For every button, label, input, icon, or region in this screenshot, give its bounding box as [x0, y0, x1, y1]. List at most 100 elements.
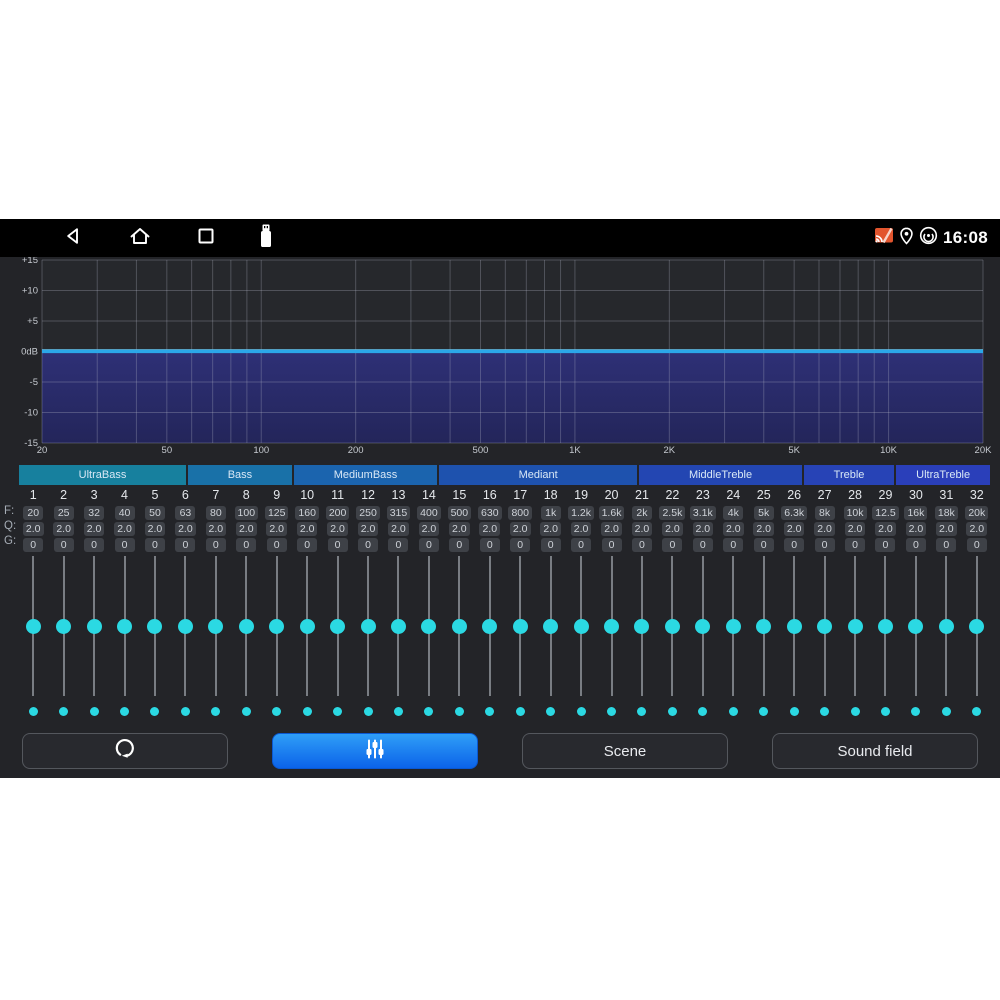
gain-value-chip[interactable]: 0 [480, 538, 500, 552]
gain-slider[interactable] [870, 556, 900, 696]
frequency-value-chip[interactable]: 16k [904, 506, 927, 520]
slider-knob[interactable] [878, 619, 893, 634]
frequency-value-chip[interactable]: 40 [115, 506, 135, 520]
slider-knob[interactable] [848, 619, 863, 634]
gain-value-chip[interactable]: 0 [54, 538, 74, 552]
gain-value-chip[interactable]: 0 [632, 538, 652, 552]
band-indicator-dot[interactable] [394, 707, 403, 716]
frequency-value-chip[interactable]: 200 [326, 506, 350, 520]
back-button[interactable] [53, 219, 93, 257]
gain-slider[interactable] [170, 556, 200, 696]
q-value-chip[interactable]: 2.0 [236, 522, 257, 536]
gain-value-chip[interactable]: 0 [602, 538, 622, 552]
q-value-chip[interactable]: 2.0 [814, 522, 835, 536]
q-value-chip[interactable]: 2.0 [693, 522, 714, 536]
band-indicator-dot[interactable] [485, 707, 494, 716]
frequency-value-chip[interactable]: 500 [448, 506, 472, 520]
q-value-chip[interactable]: 2.0 [936, 522, 957, 536]
frequency-value-chip[interactable]: 160 [295, 506, 319, 520]
slider-knob[interactable] [269, 619, 284, 634]
band-group-bass[interactable]: Bass [188, 465, 292, 485]
gain-value-chip[interactable]: 0 [510, 538, 530, 552]
slider-knob[interactable] [26, 619, 41, 634]
gain-value-chip[interactable]: 0 [845, 538, 865, 552]
band-group-mediumbass[interactable]: MediumBass [294, 465, 437, 485]
q-value-chip[interactable]: 2.0 [84, 522, 105, 536]
gain-slider[interactable] [931, 556, 961, 696]
frequency-value-chip[interactable]: 10k [844, 506, 867, 520]
gain-value-chip[interactable]: 0 [723, 538, 743, 552]
q-value-chip[interactable]: 2.0 [662, 522, 683, 536]
q-value-chip[interactable]: 2.0 [388, 522, 409, 536]
gain-value-chip[interactable]: 0 [906, 538, 926, 552]
gain-slider[interactable] [109, 556, 139, 696]
slider-knob[interactable] [208, 619, 223, 634]
q-value-chip[interactable]: 2.0 [419, 522, 440, 536]
gain-slider[interactable] [383, 556, 413, 696]
slider-knob[interactable] [969, 619, 984, 634]
gain-slider[interactable] [901, 556, 931, 696]
gain-value-chip[interactable]: 0 [84, 538, 104, 552]
q-value-chip[interactable]: 2.0 [206, 522, 227, 536]
band-indicator-dot[interactable] [29, 707, 38, 716]
q-value-chip[interactable]: 2.0 [145, 522, 166, 536]
slider-knob[interactable] [756, 619, 771, 634]
frequency-value-chip[interactable]: 50 [145, 506, 165, 520]
gain-slider[interactable] [535, 556, 565, 696]
gain-value-chip[interactable]: 0 [297, 538, 317, 552]
frequency-value-chip[interactable]: 5k [754, 506, 774, 520]
usb-source-button[interactable] [246, 219, 286, 257]
gain-value-chip[interactable]: 0 [936, 538, 956, 552]
band-indicator-dot[interactable] [607, 707, 616, 716]
band-indicator-dot[interactable] [424, 707, 433, 716]
band-indicator-dot[interactable] [729, 707, 738, 716]
gain-slider[interactable] [353, 556, 383, 696]
q-value-chip[interactable]: 2.0 [753, 522, 774, 536]
slider-knob[interactable] [452, 619, 467, 634]
frequency-value-chip[interactable]: 32 [84, 506, 104, 520]
gain-slider[interactable] [140, 556, 170, 696]
frequency-value-chip[interactable]: 18k [935, 506, 958, 520]
frequency-value-chip[interactable]: 250 [356, 506, 380, 520]
q-value-chip[interactable]: 2.0 [114, 522, 135, 536]
frequency-value-chip[interactable]: 2k [632, 506, 652, 520]
gain-slider[interactable] [444, 556, 474, 696]
q-value-chip[interactable]: 2.0 [571, 522, 592, 536]
gain-slider[interactable] [322, 556, 352, 696]
band-indicator-dot[interactable] [820, 707, 829, 716]
band-indicator-dot[interactable] [120, 707, 129, 716]
slider-knob[interactable] [513, 619, 528, 634]
slider-knob[interactable] [939, 619, 954, 634]
gain-slider[interactable] [231, 556, 261, 696]
q-value-chip[interactable]: 2.0 [266, 522, 287, 536]
slider-knob[interactable] [117, 619, 132, 634]
frequency-value-chip[interactable]: 20 [23, 506, 43, 520]
q-value-chip[interactable]: 2.0 [510, 522, 531, 536]
slider-knob[interactable] [330, 619, 345, 634]
q-value-chip[interactable]: 2.0 [479, 522, 500, 536]
gain-value-chip[interactable]: 0 [754, 538, 774, 552]
band-indicator-dot[interactable] [242, 707, 251, 716]
q-value-chip[interactable]: 2.0 [632, 522, 653, 536]
slider-knob[interactable] [56, 619, 71, 634]
band-indicator-dot[interactable] [637, 707, 646, 716]
slider-knob[interactable] [482, 619, 497, 634]
gain-value-chip[interactable]: 0 [784, 538, 804, 552]
recents-button[interactable] [186, 219, 226, 257]
frequency-value-chip[interactable]: 4k [723, 506, 743, 520]
frequency-value-chip[interactable]: 6.3k [781, 506, 807, 520]
eq-frequency-response-graph[interactable]: +15+10+50dB-5-10-1520501002005001K2K5K10… [0, 257, 1000, 465]
band-indicator-dot[interactable] [272, 707, 281, 716]
slider-knob[interactable] [178, 619, 193, 634]
gain-slider[interactable] [718, 556, 748, 696]
frequency-value-chip[interactable]: 8k [815, 506, 835, 520]
band-indicator-dot[interactable] [303, 707, 312, 716]
gain-slider[interactable] [809, 556, 839, 696]
gain-slider[interactable] [749, 556, 779, 696]
band-indicator-dot[interactable] [881, 707, 890, 716]
gain-value-chip[interactable]: 0 [328, 538, 348, 552]
band-indicator-dot[interactable] [59, 707, 68, 716]
gain-slider[interactable] [596, 556, 626, 696]
q-value-chip[interactable]: 2.0 [875, 522, 896, 536]
q-value-chip[interactable]: 2.0 [297, 522, 318, 536]
